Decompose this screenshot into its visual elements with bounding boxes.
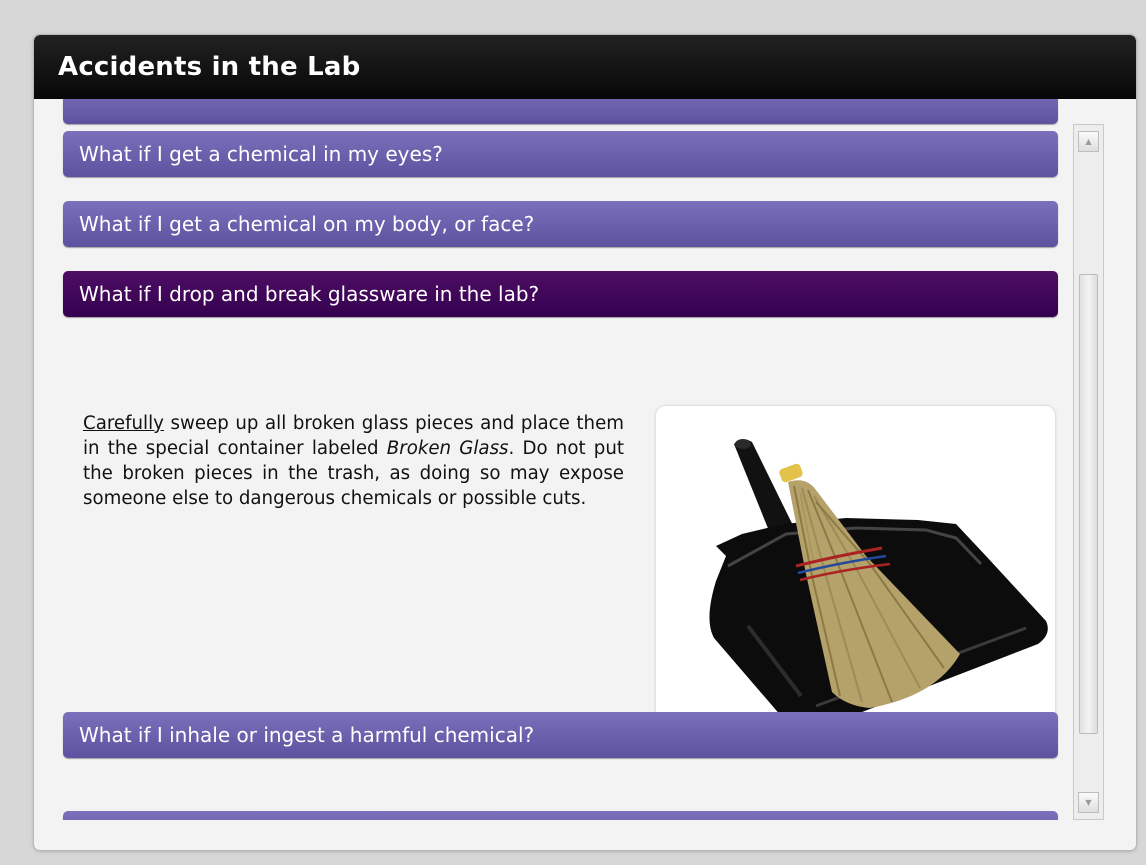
lesson-window: Accidents in the Lab What if I get a che… [34,35,1136,850]
answer-text: Carefully sweep up all broken glass piec… [83,411,624,511]
accordion-item-inhale-ingest[interactable]: What if I inhale or ingest a harmful che… [63,712,1058,758]
accordion-item-next[interactable] [63,811,1058,820]
scrollbar-thumb[interactable] [1079,274,1098,734]
answer-italic-label: Broken Glass [386,438,509,459]
accordion-item-broken-glassware[interactable]: What if I drop and break glassware in th… [63,271,1058,317]
scroll-up-button[interactable]: ▲ [1078,131,1099,152]
accordion-item-chemical-in-eyes[interactable]: What if I get a chemical in my eyes? [63,131,1058,177]
title-bar: Accidents in the Lab [34,35,1136,99]
arrow-up-icon: ▲ [1085,137,1092,146]
accordion-item-chemical-on-body[interactable]: What if I get a chemical on my body, or … [63,201,1058,247]
broom-dustpan-image [656,406,1055,751]
vertical-scrollbar[interactable]: ▲ ▼ [1073,124,1104,820]
window-title: Accidents in the Lab [58,52,361,82]
accordion-panel: What if I get a chemical in my eyes? Wha… [34,99,1074,820]
accordion-item-label: What if I inhale or ingest a harmful che… [79,723,535,747]
accordion-item-label: What if I drop and break glassware in th… [79,282,540,306]
broom-dustpan-illustration [709,439,1048,731]
scroll-down-button[interactable]: ▼ [1078,792,1099,813]
answer-emphasis: Carefully [83,413,164,434]
accordion-item-label: What if I get a chemical on my body, or … [79,212,535,236]
accordion-item-previous[interactable] [63,99,1058,124]
arrow-down-icon: ▼ [1085,798,1092,807]
accordion-item-label: What if I get a chemical in my eyes? [79,142,443,166]
